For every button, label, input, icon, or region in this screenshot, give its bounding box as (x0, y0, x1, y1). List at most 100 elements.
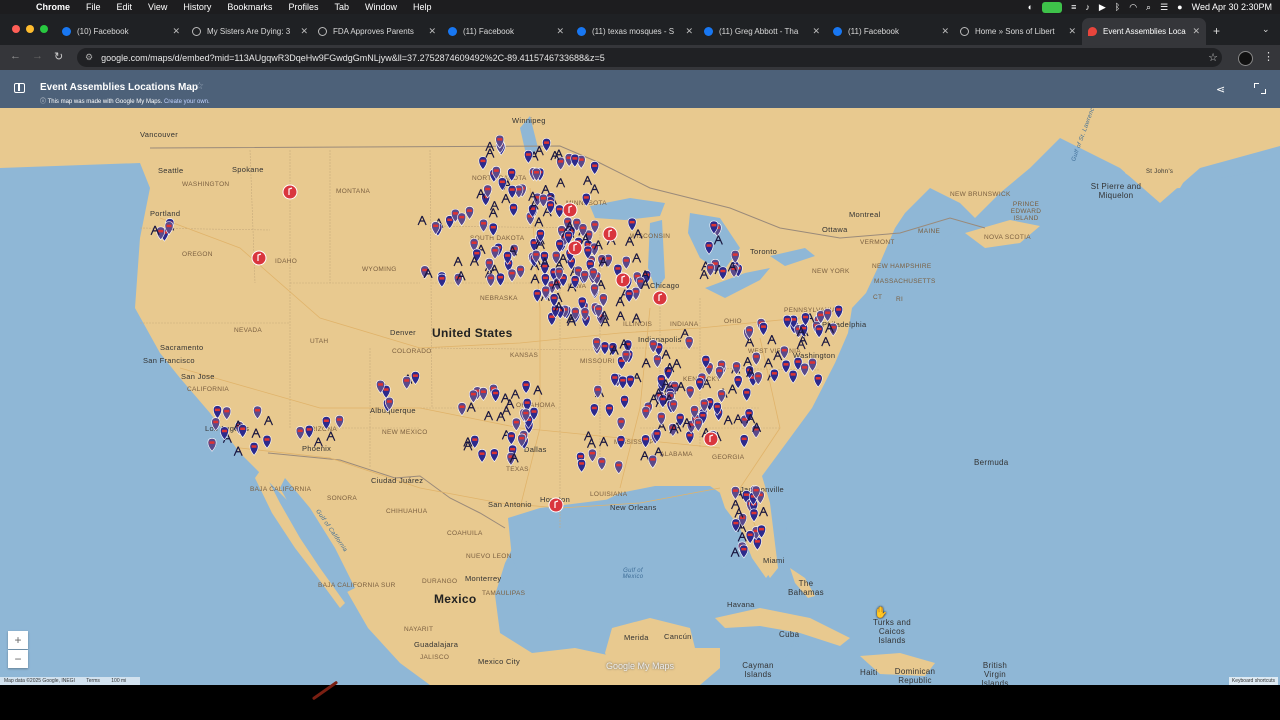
red-event-marker[interactable] (562, 202, 578, 218)
keyboard-shortcuts-button[interactable]: Keyboard shortcuts (1228, 677, 1278, 685)
tower-marker[interactable] (453, 256, 463, 267)
tower-marker[interactable] (233, 446, 243, 456)
flag-pin-marker[interactable] (656, 411, 666, 426)
menu-edit[interactable]: Edit (109, 2, 141, 12)
tower-marker[interactable] (556, 178, 566, 188)
flag-pin-marker[interactable] (588, 448, 597, 463)
red-event-marker[interactable] (615, 272, 631, 288)
red-event-marker[interactable] (652, 290, 668, 306)
flag-pin-marker[interactable] (238, 424, 248, 438)
camera-in-use-icon[interactable] (1042, 1, 1063, 13)
red-event-marker[interactable] (567, 240, 583, 256)
flag-pin-marker[interactable] (453, 273, 463, 287)
menu-window[interactable]: Window (357, 2, 405, 12)
tab-search-chevron-icon[interactable]: ⌄ (1262, 24, 1270, 35)
zoom-in-button[interactable]: + (8, 631, 28, 649)
menu-help[interactable]: Help (405, 2, 440, 12)
tower-marker[interactable] (653, 447, 664, 457)
bookmark-star-icon[interactable]: ☆ (1208, 51, 1218, 64)
tower-marker[interactable] (534, 217, 544, 227)
flag-pin-marker[interactable] (222, 406, 232, 421)
tower-marker[interactable] (326, 431, 336, 441)
flag-pin-marker[interactable] (581, 192, 591, 207)
close-tab-icon[interactable]: ✕ (941, 26, 949, 37)
flag-pin-marker[interactable] (621, 255, 631, 270)
new-tab-button[interactable]: + (1213, 24, 1220, 38)
fullscreen-icon[interactable] (1254, 83, 1266, 94)
close-tab-icon[interactable]: ✕ (1068, 26, 1076, 37)
flag-pin-marker[interactable] (577, 458, 587, 473)
flag-pin-marker[interactable] (742, 387, 752, 402)
red-event-marker[interactable] (602, 226, 618, 242)
flag-pin-marker[interactable] (262, 434, 272, 449)
flag-pin-marker[interactable] (800, 362, 810, 377)
tab-2[interactable]: FDA Approves Parents ✕ (318, 20, 436, 42)
flag-pin-marker[interactable] (749, 508, 759, 523)
profile-avatar[interactable] (1238, 51, 1253, 66)
address-url[interactable]: google.com/maps/d/embed?mid=113AUgqwR3Dq… (101, 53, 605, 63)
tower-marker[interactable] (821, 336, 831, 347)
flag-pin-marker[interactable] (304, 424, 314, 439)
close-window-button[interactable] (12, 25, 20, 33)
control-center-icon[interactable]: ☰ (1160, 2, 1168, 13)
menu-bookmarks[interactable]: Bookmarks (219, 2, 280, 12)
tower-marker[interactable] (501, 193, 511, 204)
flag-pin-marker[interactable] (600, 341, 610, 356)
flag-pin-marker[interactable] (593, 385, 603, 399)
tower-marker[interactable] (625, 236, 635, 247)
tower-marker[interactable] (530, 274, 540, 284)
flag-pin-marker[interactable] (814, 324, 824, 339)
flag-pin-marker[interactable] (597, 456, 607, 471)
flag-pin-marker[interactable] (477, 449, 487, 463)
zoom-window-button[interactable] (40, 25, 48, 33)
flag-pin-marker[interactable] (693, 417, 703, 432)
tower-marker[interactable] (590, 184, 600, 194)
menu-list-icon[interactable]: ≡ (1071, 2, 1076, 12)
flag-pin-marker[interactable] (516, 264, 525, 279)
control-icon[interactable]: ◐ (1028, 2, 1033, 12)
flag-pin-marker[interactable] (489, 448, 499, 463)
flag-pin-marker[interactable] (555, 204, 564, 219)
flag-pin-marker[interactable] (704, 240, 714, 255)
map-canvas[interactable]: Vancouver Seattle Portland Winnipeg Spok… (0, 108, 1280, 685)
tower-marker[interactable] (313, 437, 323, 447)
tower-marker[interactable] (737, 532, 747, 542)
flag-pin-marker[interactable] (752, 536, 762, 551)
tower-marker[interactable] (723, 415, 733, 425)
flag-pin-marker[interactable] (465, 206, 474, 220)
star-icon[interactable]: ☆ (195, 81, 204, 92)
flag-pin-marker[interactable] (834, 304, 844, 319)
tower-marker[interactable] (489, 200, 500, 211)
flag-pin-marker[interactable] (478, 156, 488, 171)
tab-4[interactable]: (11) texas mosques - S ✕ (577, 20, 693, 42)
tower-marker[interactable] (586, 438, 597, 448)
tower-marker[interactable] (263, 415, 274, 426)
tower-marker[interactable] (632, 253, 642, 263)
clock[interactable]: Wed Apr 30 2:30PM (1192, 2, 1272, 12)
flag-pin-marker[interactable] (490, 245, 500, 260)
close-tab-icon[interactable]: ✕ (556, 26, 564, 37)
flag-pin-marker[interactable] (808, 357, 817, 372)
flag-pin-marker[interactable] (532, 288, 542, 303)
flag-pin-marker[interactable] (556, 156, 566, 171)
flag-pin-marker[interactable] (618, 375, 628, 390)
menu-app-name[interactable]: Chrome (28, 2, 78, 12)
flag-pin-marker[interactable] (507, 268, 517, 283)
red-event-marker[interactable] (251, 250, 267, 266)
tower-marker[interactable] (541, 185, 551, 195)
red-event-marker[interactable] (703, 431, 719, 447)
flag-pin-marker[interactable] (506, 431, 516, 446)
tab-7[interactable]: Home » Sons of Libert ✕ (960, 20, 1076, 42)
chrome-menu-icon[interactable]: ⋮ (1263, 50, 1274, 63)
tower-marker[interactable] (615, 296, 625, 307)
flag-pin-marker[interactable] (705, 262, 715, 277)
tower-marker[interactable] (631, 313, 641, 324)
zoom-out-button[interactable]: − (8, 650, 28, 668)
wifi-icon[interactable]: ◠ (1129, 2, 1137, 13)
flag-pin-marker[interactable] (684, 336, 694, 350)
flag-pin-marker[interactable] (488, 222, 498, 237)
flag-pin-marker[interactable] (614, 460, 624, 475)
flag-pin-marker[interactable] (521, 380, 531, 394)
flag-pin-marker[interactable] (685, 430, 695, 445)
menu-history[interactable]: History (175, 2, 219, 12)
